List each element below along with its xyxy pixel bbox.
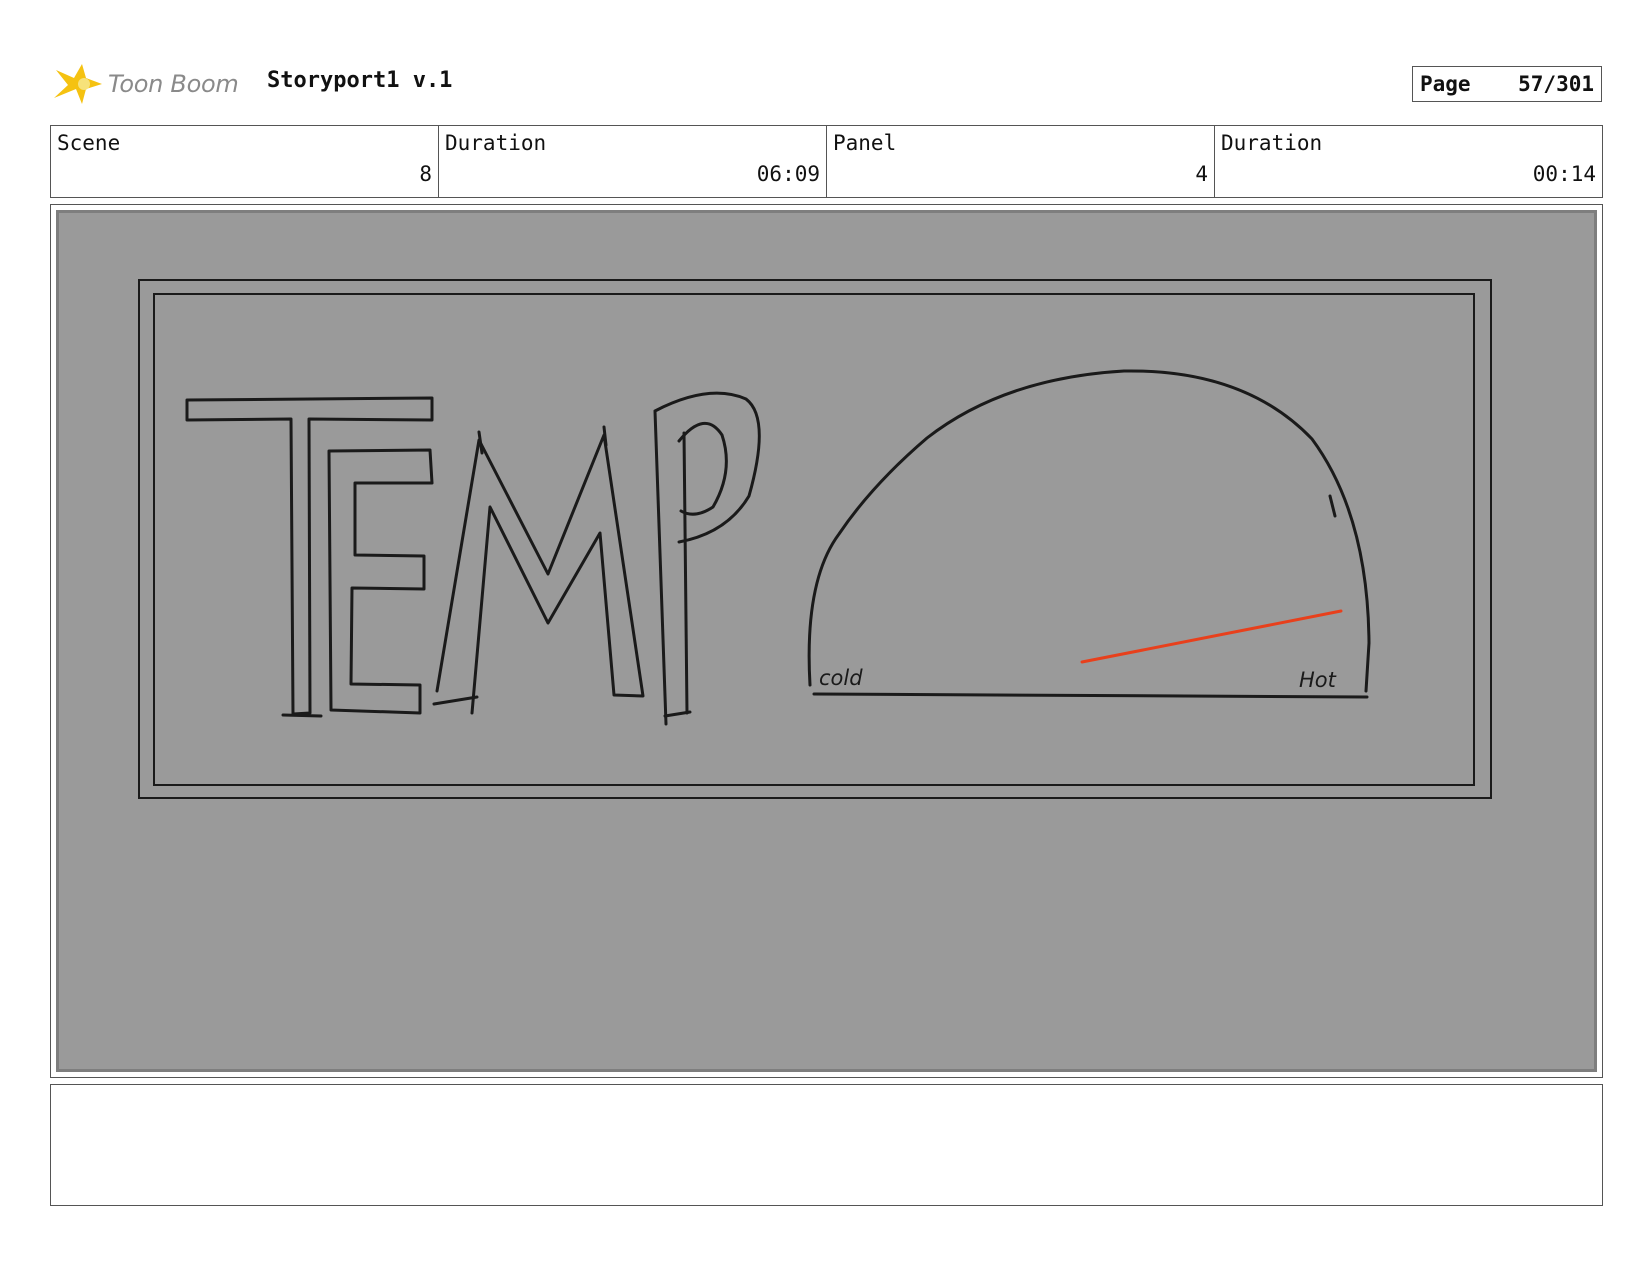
temp-title-sketch	[185, 391, 761, 726]
project-title: Storyport1 v.1	[267, 68, 453, 93]
panel-cell: Panel 4	[827, 126, 1215, 197]
page-value: 57/301	[1518, 72, 1594, 96]
panel-sketch: cold Hot	[56, 210, 1597, 1072]
panel-value: 4	[1195, 162, 1208, 186]
toon-boom-logo: Toon Boom	[52, 58, 239, 110]
scene-label: Scene	[57, 131, 121, 155]
gauge-hot-label: Hot	[1299, 668, 1337, 692]
panel-duration-cell: Duration 00:14	[1215, 126, 1602, 197]
starburst-icon	[54, 64, 102, 104]
brand-text: Toon Boom	[108, 70, 239, 98]
scene-duration-value: 06:09	[756, 162, 820, 186]
panel-duration-label: Duration	[1221, 131, 1323, 155]
page-counter: Page 57/301	[1412, 66, 1602, 102]
scene-value: 8	[419, 162, 432, 186]
notes-box	[50, 1084, 1603, 1206]
panel-frame: cold Hot	[50, 204, 1603, 1078]
panel-label: Panel	[833, 131, 897, 155]
scene-cell: Scene 8	[51, 126, 439, 197]
scene-duration-label: Duration	[445, 131, 547, 155]
scene-duration-cell: Duration 06:09	[439, 126, 827, 197]
panel-duration-value: 00:14	[1532, 162, 1596, 186]
page-label: Page	[1420, 72, 1471, 96]
panel-info-table: Scene 8 Duration 06:09 Panel 4 Duration …	[50, 125, 1603, 198]
sketch-drawing: cold Hot	[138, 279, 1492, 799]
gauge-needle	[1080, 609, 1343, 664]
gauge-cold-label: cold	[819, 666, 863, 690]
temperature-gauge-sketch	[807, 369, 1371, 699]
